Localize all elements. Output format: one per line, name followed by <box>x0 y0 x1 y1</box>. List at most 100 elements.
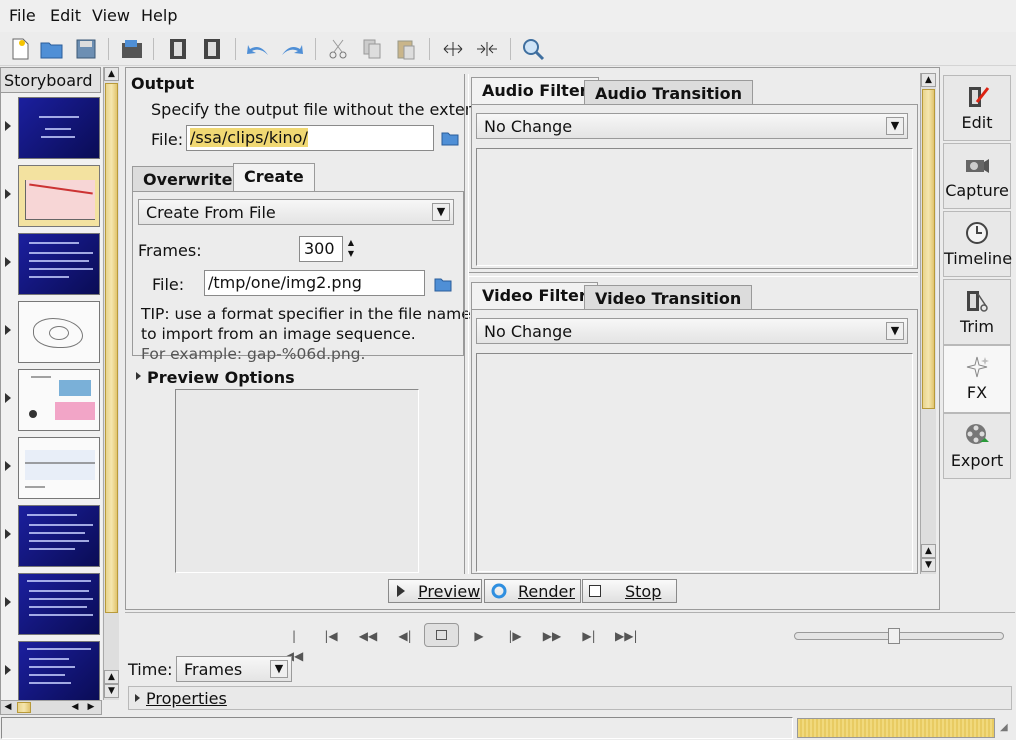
sidebar-timeline-label: Timeline <box>944 249 1013 268</box>
image-file-label: File: <box>152 275 185 294</box>
time-format-combo[interactable]: Frames ▼ <box>176 656 292 682</box>
contract-icon[interactable] <box>474 36 500 62</box>
tab-video-transition[interactable]: Video Transition <box>584 285 753 311</box>
expand-icon[interactable] <box>440 36 466 62</box>
stop-button[interactable]: Stop <box>582 579 677 603</box>
edit-icon <box>969 87 990 107</box>
preview-options-label[interactable]: Preview Options <box>147 368 295 387</box>
storyboard-frame[interactable] <box>1 299 102 367</box>
menu-view[interactable]: View <box>92 6 130 25</box>
play-icon[interactable]: ▶ <box>468 626 490 646</box>
frames-input[interactable]: 300 <box>299 236 343 262</box>
sidebar-fx[interactable]: FX <box>943 345 1011 413</box>
film-cut-icon[interactable] <box>199 36 225 62</box>
sidebar-trim-label: Trim <box>959 317 995 336</box>
expander-arrow-icon[interactable] <box>136 372 141 380</box>
scroll-up-icon[interactable]: ▲ <box>104 67 119 81</box>
storyboard-frame[interactable] <box>1 639 102 707</box>
storyboard-frame[interactable] <box>1 503 102 571</box>
scroll-up-icon[interactable]: ▲ <box>104 670 119 684</box>
clock-icon <box>966 222 988 244</box>
audio-filter-combo[interactable]: No Change ▼ <box>476 113 908 139</box>
fx-scrollbar[interactable]: ▲ ▲ ▼ <box>920 73 936 574</box>
browse-folder-icon[interactable] <box>434 276 452 296</box>
storyboard-frame[interactable] <box>1 367 102 435</box>
open-folder-icon[interactable] <box>39 36 65 62</box>
scroll-left-icon[interactable]: ◀ <box>2 702 14 713</box>
properties-expander[interactable] <box>128 686 1012 710</box>
output-file-input[interactable]: /ssa/clips/kino/ <box>186 125 434 151</box>
next-frame-icon[interactable]: |▶ <box>504 626 526 646</box>
tab-create[interactable]: Create <box>233 163 315 191</box>
go-last-icon[interactable]: ▶▶| <box>615 626 638 646</box>
storyboard-frame[interactable] <box>1 571 102 639</box>
paste-icon[interactable] <box>393 36 419 62</box>
sidebar-timeline[interactable]: Timeline <box>943 211 1013 277</box>
undo-icon[interactable] <box>245 36 271 62</box>
frames-spinner[interactable]: ▲ ▼ <box>344 237 358 261</box>
render-button[interactable]: Render <box>484 579 581 603</box>
scroll-up-icon[interactable]: ▲ <box>921 73 936 87</box>
combo-arrow-icon: ▼ <box>270 660 288 678</box>
video-filter-combo[interactable]: No Change ▼ <box>476 318 908 344</box>
stop-playback-button[interactable] <box>424 623 459 647</box>
menu-file[interactable]: File <box>9 6 36 25</box>
film-icon[interactable] <box>165 36 191 62</box>
browse-folder-icon[interactable] <box>441 130 459 150</box>
hscroll-thumb[interactable] <box>17 702 31 713</box>
storyboard-frame[interactable] <box>1 231 102 299</box>
sidebar-trim[interactable]: Trim <box>943 279 1011 345</box>
preview-area <box>175 389 419 573</box>
create-mode-combo[interactable]: Create From File ▼ <box>138 199 454 225</box>
position-slider-handle[interactable] <box>888 628 900 644</box>
resize-grip-icon[interactable]: ◢ <box>1000 722 1014 736</box>
storyboard-frame[interactable] <box>1 163 102 231</box>
scroll-down-icon[interactable]: ▼ <box>921 558 936 572</box>
tip-line-3: For example: gap-%06d.png. <box>141 345 366 363</box>
preview-button[interactable]: Preview <box>388 579 482 603</box>
storyboard-header[interactable]: Storyboard <box>0 67 101 93</box>
tab-overwrite[interactable]: Overwrite <box>132 166 244 192</box>
scissors-icon <box>967 291 988 312</box>
scroll-up-icon[interactable]: ▲ <box>921 544 936 558</box>
save-icon[interactable] <box>73 36 99 62</box>
copy-icon[interactable] <box>359 36 385 62</box>
tab-audio-transition[interactable]: Audio Transition <box>584 80 754 106</box>
previous-scene-icon[interactable]: |◀ <box>320 626 342 646</box>
cut-icon[interactable] <box>325 36 351 62</box>
fast-forward-icon[interactable]: ▶▶ <box>541 626 563 646</box>
scroll-right-icon[interactable]: ▶ <box>85 702 97 713</box>
tab-video-filter[interactable]: Video Filter <box>471 282 598 310</box>
storyboard-scrollbar[interactable]: ▲ ▲ ▼ <box>103 67 119 700</box>
render-label: Render <box>518 581 575 601</box>
menu-help[interactable]: Help <box>141 6 177 25</box>
go-first-icon[interactable]: |◀◀ <box>283 626 305 663</box>
scroll-thumb[interactable] <box>922 89 935 409</box>
pane-splitter[interactable] <box>464 74 469 574</box>
next-scene-icon[interactable]: ▶| <box>578 626 600 646</box>
tab-audio-filter[interactable]: Audio Filter <box>471 77 599 105</box>
redo-icon[interactable] <box>279 36 305 62</box>
sidebar-export-label: Export <box>950 451 1004 470</box>
storyboard-frame[interactable] <box>1 435 102 503</box>
menu-edit[interactable]: Edit <box>50 6 81 25</box>
sidebar-capture[interactable]: Capture <box>943 143 1011 209</box>
audio-filter-value: No Change <box>484 117 573 136</box>
previous-frame-icon[interactable]: ◀| <box>394 626 416 646</box>
frames-label: Frames: <box>138 241 202 260</box>
storyboard-hscrollbar[interactable]: ◀ ◀ ▶ <box>0 700 102 715</box>
expander-arrow-icon <box>135 694 140 702</box>
sidebar-export[interactable]: Export <box>943 413 1011 479</box>
rewind-icon[interactable]: ◀◀ <box>357 626 379 646</box>
scroll-left-icon[interactable]: ◀ <box>69 702 81 713</box>
audio-video-splitter[interactable] <box>469 272 918 277</box>
save-frame-icon[interactable] <box>119 36 145 62</box>
zoom-icon[interactable] <box>520 36 546 62</box>
scroll-thumb[interactable] <box>105 83 118 613</box>
new-file-icon[interactable] <box>7 36 33 62</box>
image-file-input[interactable]: /tmp/one/img2.png <box>204 270 425 296</box>
scroll-down-icon[interactable]: ▼ <box>104 684 119 698</box>
menu-bar: File Edit View Help <box>0 0 1016 32</box>
storyboard-frame[interactable] <box>1 95 102 163</box>
sidebar-edit[interactable]: Edit <box>943 75 1011 141</box>
